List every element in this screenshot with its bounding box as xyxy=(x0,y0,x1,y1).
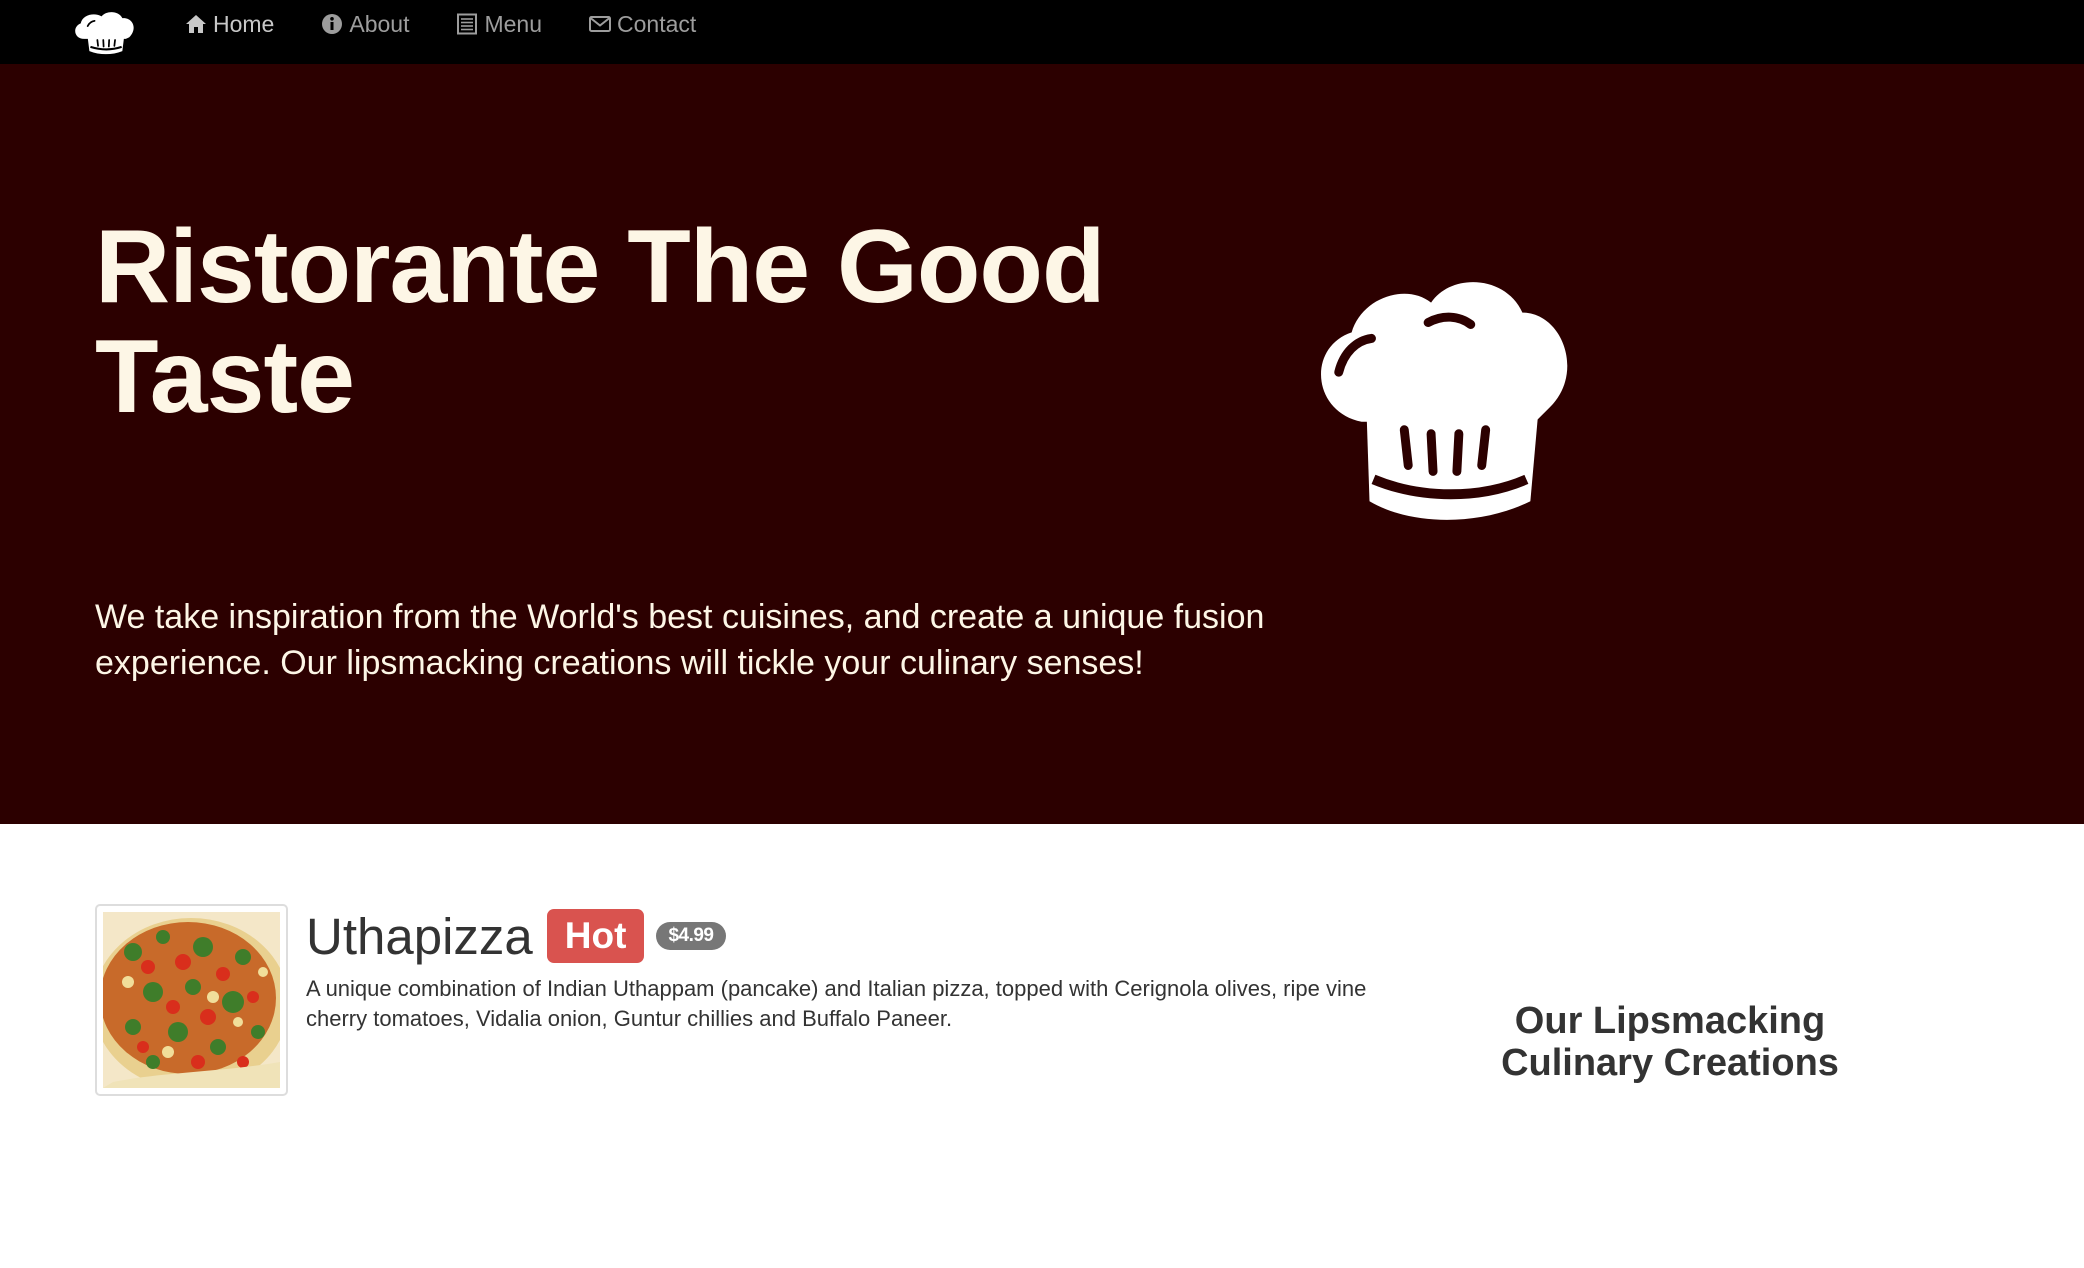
dish-name: Uthapizza xyxy=(306,907,533,965)
nav-menu-link[interactable]: Menu xyxy=(455,11,542,38)
nav-home-label: Home xyxy=(213,10,275,37)
nav-menu-label: Menu xyxy=(484,10,543,37)
envelope-icon xyxy=(588,12,612,36)
jumbotron: Ristorante The Good Taste We take inspir… xyxy=(0,64,2084,824)
nav-contact-label: Contact xyxy=(617,10,697,37)
restaurant-tagline: We take inspiration from the World's bes… xyxy=(95,598,1265,682)
dish-description: A unique combination of Indian Uthappam … xyxy=(306,976,1367,1031)
nav-about-label: About xyxy=(349,10,410,37)
side-heading: Our Lipsmacking Culinary Creations xyxy=(1501,1000,1839,1084)
restaurant-title: Ristorante The Good Taste xyxy=(95,209,1105,435)
hot-label: Hot xyxy=(546,909,645,963)
nav-about-link[interactable]: About xyxy=(320,11,409,38)
price-badge: $4.99 xyxy=(656,922,726,950)
home-icon xyxy=(184,12,208,36)
nav-contact-link[interactable]: Contact xyxy=(588,11,696,38)
list-alt-icon xyxy=(455,12,479,36)
chef-hat-logo xyxy=(1321,282,1568,520)
nav-home-link[interactable]: Home xyxy=(184,11,274,38)
dish-heading: Uthapizza Hot $4.99 xyxy=(306,904,1496,968)
navbar: Home About Menu Contact xyxy=(0,0,2084,64)
dish-thumbnail[interactable] xyxy=(95,904,288,1096)
pizza-image xyxy=(103,912,280,1088)
nav-menu: Home About Menu Contact xyxy=(184,0,742,48)
chef-hat-logo[interactable] xyxy=(70,6,140,58)
info-circle-icon xyxy=(320,12,344,36)
dish-body: Uthapizza Hot $4.99 A unique combination… xyxy=(306,904,1496,1034)
